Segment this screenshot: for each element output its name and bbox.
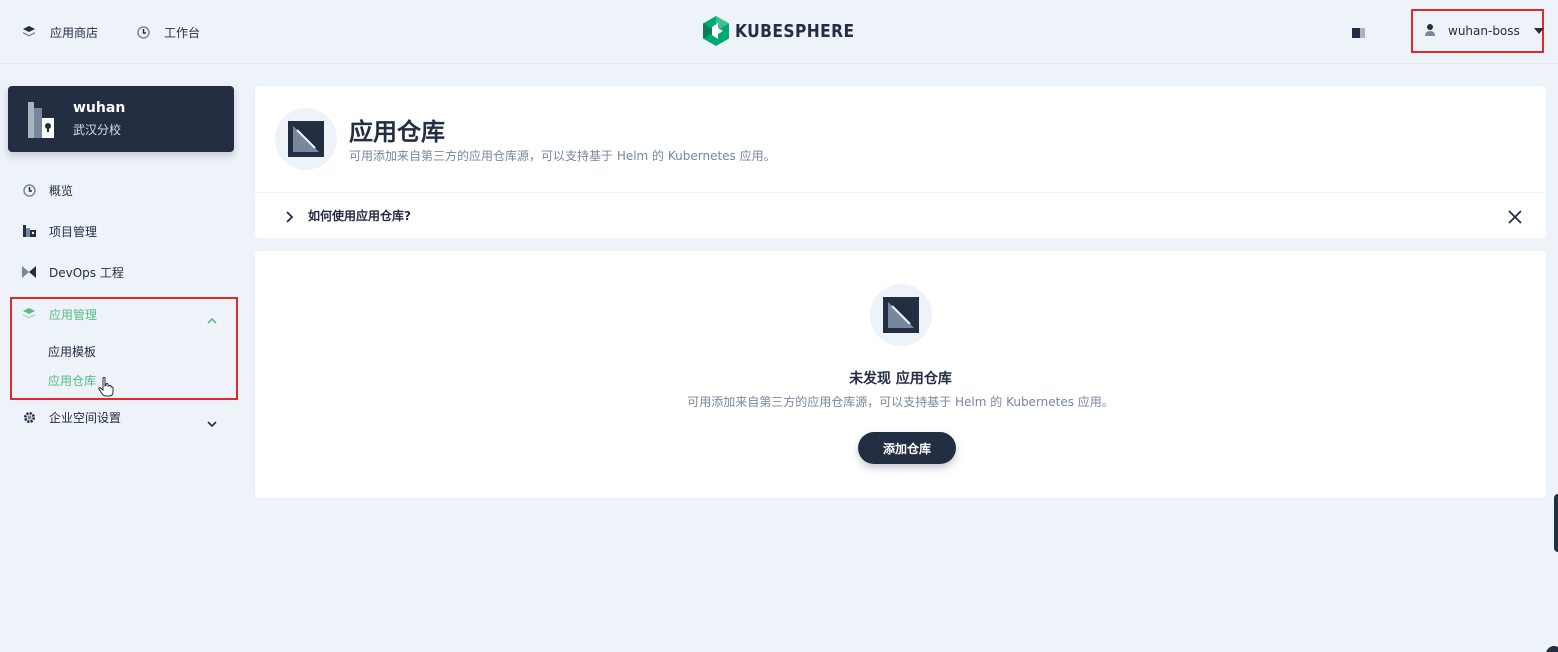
dashboard-icon — [136, 25, 150, 39]
empty-state-card: 未发现 应用仓库 可用添加来自第三方的应用仓库源，可以支持基于 Helm 的 K… — [255, 251, 1546, 498]
sidebar-item-label: 应用管理 — [49, 307, 98, 322]
app-repo-icon — [275, 108, 337, 170]
empty-state-description: 可用添加来自第三方的应用仓库源，可以支持基于 Helm 的 Kubernetes… — [687, 395, 1114, 409]
nav-app-store[interactable]: 应用商店 — [22, 22, 98, 42]
user-menu[interactable]: wuhan-boss — [1411, 9, 1544, 53]
sidebar-item-label: 项目管理 — [49, 224, 98, 239]
nav-app-store-label: 应用商店 — [50, 25, 99, 40]
app-repo-icon — [870, 284, 932, 346]
page-header-card: 应用仓库 可用添加来自第三方的应用仓库源，可以支持基于 Helm 的 Kuber… — [255, 86, 1546, 238]
project-icon — [22, 224, 36, 238]
kubesphere-logo[interactable]: KUBESPHERE — [703, 16, 874, 46]
sidebar-subitem-app-repos[interactable]: 应用仓库 — [48, 372, 96, 389]
top-bar: 应用商店 工作台 KUBESPHERE wuhan-boss — [0, 0, 1558, 64]
workspace-card[interactable]: wuhan 武汉分校 — [8, 86, 234, 152]
document-icon[interactable] — [1352, 24, 1366, 38]
kubesphere-logo-icon — [703, 16, 729, 46]
user-icon — [1425, 23, 1435, 39]
nav-workbench-label: 工作台 — [164, 25, 201, 40]
sidebar-subitem-app-templates[interactable]: 应用模板 — [48, 343, 96, 360]
appstore-icon — [22, 25, 36, 39]
dashboard-icon — [22, 183, 36, 197]
sidebar-item-label: DevOps 工程 — [49, 265, 124, 280]
chevron-down-icon[interactable] — [207, 414, 217, 428]
sidebar-item-projects[interactable]: 项目管理 — [22, 221, 97, 241]
appstore-icon — [22, 307, 36, 321]
gear-icon — [22, 410, 36, 424]
sidebar-item-devops[interactable]: DevOps 工程 — [22, 262, 124, 282]
caret-down-icon — [1534, 28, 1544, 34]
sidebar-item-overview[interactable]: 概览 — [22, 180, 73, 200]
sidebar-item-label: 企业空间设置 — [49, 410, 122, 425]
help-text: 如何使用应用仓库? — [308, 209, 411, 223]
empty-state-title: 未发现 应用仓库 — [849, 371, 952, 387]
workspace-name: wuhan — [73, 100, 126, 116]
chevron-up-icon[interactable] — [207, 311, 217, 324]
hand-cursor-icon — [98, 377, 114, 397]
sidebar-item-label: 概览 — [49, 183, 74, 198]
nav-workbench[interactable]: 工作台 — [136, 22, 200, 42]
sidebar-item-app-management[interactable]: 应用管理 — [22, 304, 97, 324]
toolbox-button[interactable] — [1546, 646, 1558, 652]
chevron-right-icon — [285, 209, 295, 223]
help-expander[interactable]: 如何使用应用仓库? — [255, 193, 1546, 238]
logo-text: KUBESPHERE — [735, 20, 855, 42]
user-name: wuhan-boss — [1448, 24, 1520, 38]
sidebar-item-workspace-settings[interactable]: 企业空间设置 — [22, 407, 121, 427]
devops-icon — [22, 265, 36, 279]
workspace-icon — [28, 102, 62, 138]
page-title: 应用仓库 — [349, 118, 445, 146]
close-icon[interactable] — [1508, 209, 1522, 224]
add-repo-button[interactable]: 添加仓库 — [858, 432, 956, 464]
side-drawer-tab[interactable] — [1554, 494, 1558, 552]
workspace-description: 武汉分校 — [73, 123, 122, 137]
page-description: 可用添加来自第三方的应用仓库源，可以支持基于 Helm 的 Kubernetes… — [349, 149, 776, 163]
